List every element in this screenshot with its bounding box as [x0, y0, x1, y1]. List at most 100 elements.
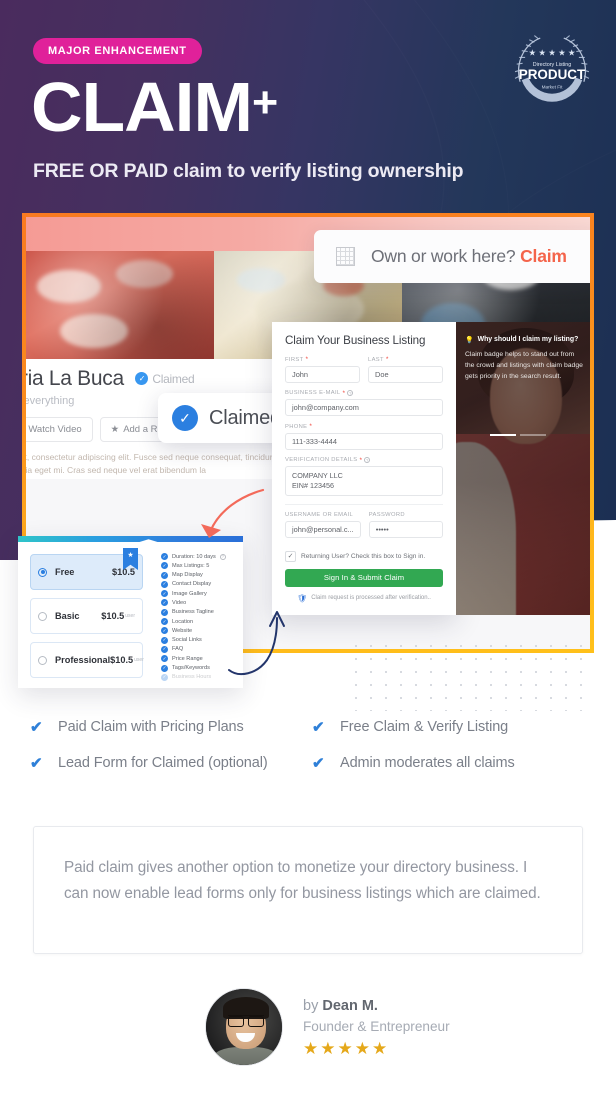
own-or-work-here-bar[interactable]: Own or work here? Claim [314, 230, 590, 283]
plan-feature-item: ✓ Contact Display [161, 580, 243, 588]
plan-feature-item: ✓ Image Gallery [161, 590, 243, 598]
feature-highlights: ✔ Paid Claim with Pricing Plans ✔ Free Clai… [30, 718, 586, 772]
claim-link[interactable]: Claim [520, 246, 567, 266]
verification-details-textarea[interactable]: COMPANY LLC EIN# 123456 [285, 466, 443, 496]
plan-feature-item: ✓ Map Display [161, 571, 243, 579]
carousel-indicators[interactable] [490, 434, 546, 436]
radio-icon[interactable] [38, 655, 47, 665]
plan-feature-item: ✓ Duration: 10 days? [161, 553, 243, 560]
plan-feature-label: Website [172, 627, 193, 634]
check-circle-icon: ✓ [161, 636, 168, 644]
first-name-input[interactable]: John [285, 365, 360, 383]
major-enhancement-badge: MAJOR ENHANCEMENT [33, 38, 202, 64]
plan-price: $10.5 [101, 611, 125, 621]
radio-icon[interactable] [38, 611, 47, 621]
business-email-input[interactable]: john@company.com [285, 399, 443, 416]
returning-user-checkbox[interactable]: ✓ [285, 550, 296, 562]
pricing-panel-topbar [18, 536, 243, 542]
check-icon: ✔ [30, 719, 43, 736]
phone-label: PHONE * [285, 423, 443, 430]
plan-feature-label: Tags/Keywords [172, 665, 210, 672]
returning-user-checkbox-row[interactable]: ✓ Returning User? Check this box to Sign… [285, 550, 443, 562]
plan-feature-label: Image Gallery [172, 590, 207, 597]
plan-period: user [125, 613, 135, 619]
required-marker: * [305, 356, 309, 363]
name-row: FIRST * John LAST * Doe [285, 356, 443, 390]
business-email-group: BUSINESS E-MAIL *? john@company.com [285, 390, 443, 416]
last-name-label: LAST * [368, 356, 443, 363]
author-meta: by Dean M. Founder & Entrepreneur ★★★★★ [303, 996, 450, 1059]
claim-note-text: Claim request is processed after verific… [311, 595, 431, 601]
required-marker: * [342, 389, 346, 397]
first-name-group: FIRST * John [285, 356, 360, 383]
author-byline: by Dean M. [303, 998, 450, 1014]
business-email-label: BUSINESS E-MAIL *? [285, 390, 443, 397]
plan-list: Free $10.5 ★ Basic $10.5 user Profession… [18, 548, 151, 686]
testimonial-author: by Dean M. Founder & Entrepreneur ★★★★★ [205, 988, 450, 1066]
last-name-label-text: LAST [368, 356, 384, 363]
claimed-tooltip-label: Claimed [209, 406, 281, 429]
plan-feature-item: ✓ Social Links [161, 636, 243, 644]
plan-option-professional[interactable]: Professional $10.5 user [30, 642, 144, 678]
check-icon: ✔ [312, 719, 325, 736]
check-circle-icon: ✓ [161, 608, 168, 616]
author-name: Dean M. [322, 997, 378, 1014]
award-line2: PRODUCT [519, 67, 586, 82]
check-circle-icon: ✓ [161, 553, 168, 560]
claim-form: Claim Your Business Listing FIRST * John … [272, 322, 456, 615]
grid-icon [336, 247, 355, 266]
claim-verification-note: 🛡 Claim request is processed after verif… [285, 594, 443, 603]
password-group: PASSWORD ••••• [368, 512, 443, 538]
required-marker: * [359, 456, 363, 464]
radio-icon[interactable] [38, 567, 47, 577]
plan-feature-label: Business Tagline [172, 609, 214, 616]
plan-feature-label: Contact Display [172, 581, 212, 588]
avatar [205, 988, 283, 1066]
check-circle-icon: ✓ [161, 599, 168, 607]
verification-details-group: VERIFICATION DETAILS *? COMPANY LLC EIN# … [285, 456, 443, 496]
testimonial-card: Paid claim gives another option to monet… [33, 826, 583, 954]
by-prefix: by [303, 997, 323, 1014]
plan-feature-label: Max Listings: 5 [172, 562, 210, 569]
tip-body: Claim badge helps to stand out from the … [465, 351, 583, 380]
check-icon: ✔ [30, 755, 43, 772]
feature-label: Admin moderates all claims [340, 755, 515, 771]
check-circle-icon: ✓ [161, 618, 168, 626]
help-icon[interactable]: ? [347, 390, 354, 396]
business-email-label-text: BUSINESS E-MAIL [285, 390, 341, 396]
lightbulb-icon: 💡 [465, 337, 474, 344]
dot-grid-decoration [355, 645, 595, 711]
plan-feature-item: ✓ Max Listings: 5 [161, 562, 243, 570]
password-label: PASSWORD [368, 512, 405, 518]
plan-feature-item: ✓ Video [161, 599, 243, 607]
feature-item: ✔ Free Claim & Verify Listing [312, 718, 586, 736]
submit-claim-button[interactable]: Sign In & Submit Claim [285, 568, 443, 587]
plan-option-free[interactable]: Free $10.5 ★ [30, 548, 143, 590]
verification-details-label-text: VERIFICATION DETAILS [285, 457, 358, 463]
carousel-dot-active[interactable] [490, 434, 516, 436]
first-name-label-text: FIRST [285, 356, 304, 363]
required-marker: * [385, 356, 389, 363]
help-icon[interactable]: ? [364, 457, 371, 463]
carousel-dot[interactable] [520, 434, 546, 436]
avatar-body [212, 1047, 280, 1065]
hero-title-text: CLAIM [31, 68, 253, 146]
check-circle-icon: ✓ [161, 562, 168, 570]
feature-label: Paid Claim with Pricing Plans [58, 719, 244, 735]
username-group: USERNAME OR EMAIL john@personal.c... [285, 512, 361, 538]
plan-option-basic[interactable]: Basic $10.5 user [30, 598, 143, 634]
feature-item: ✔ Lead Form for Claimed (optional) [30, 754, 304, 772]
product-market-fit-award-badge: ★ ★ ★ ★ ★ Directory Listing PRODUCT Mark… [514, 35, 590, 102]
last-name-input[interactable]: Doe [368, 365, 443, 383]
hero-subtitle: FREE OR PAID claim to verify listing own… [33, 160, 464, 182]
required-marker: * [309, 423, 313, 430]
form-divider [285, 504, 443, 505]
check-circle-icon: ✓ [161, 627, 168, 635]
username-input[interactable]: john@personal.c... [285, 520, 361, 538]
shield-icon: 🛡 [297, 593, 308, 603]
phone-input[interactable]: 111-333-4444 [285, 432, 443, 450]
help-icon[interactable]: ? [219, 553, 226, 560]
phone-label-text: PHONE [285, 423, 308, 430]
password-input[interactable]: ••••• [368, 520, 443, 538]
plan-name: Professional [55, 655, 111, 665]
